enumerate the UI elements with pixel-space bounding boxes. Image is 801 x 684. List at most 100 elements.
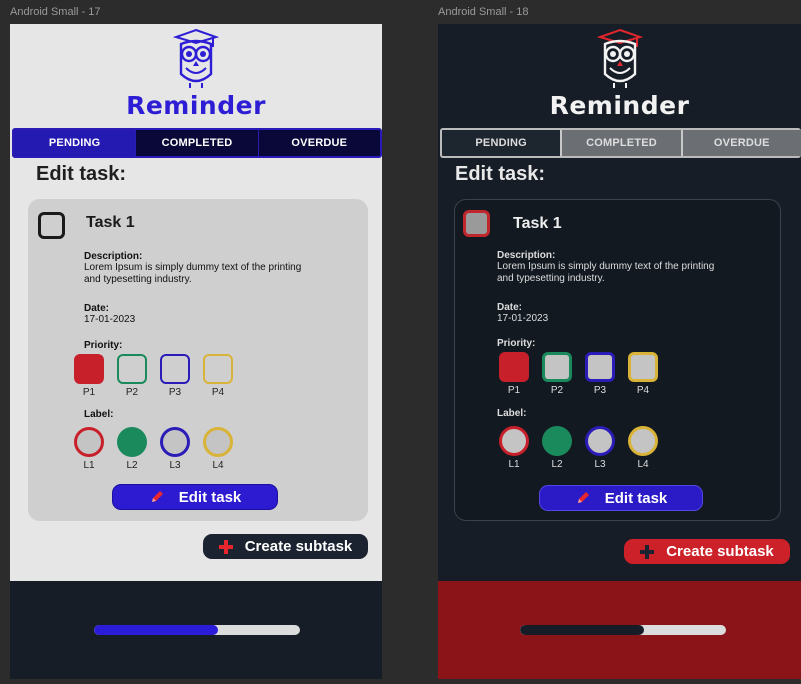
label-name: L3 (594, 459, 606, 470)
label-l3[interactable]: L3 (585, 426, 615, 470)
label-l4[interactable]: L4 (203, 427, 233, 471)
priority-p4[interactable]: P4 (628, 352, 658, 396)
owl-logo-icon (172, 28, 220, 88)
tab-pending[interactable]: PENDING (14, 130, 137, 156)
tab-overdue[interactable]: OVERDUE (258, 130, 380, 156)
edit-task-label: Edit task (178, 488, 242, 506)
priority-name: P2 (125, 387, 139, 398)
priority-swatch (160, 354, 190, 384)
frame-label-dark: Android Small - 18 (438, 6, 529, 18)
pencil-icon (151, 491, 163, 502)
task-card: Task 1 Description: Lorem Ipsum is simpl… (28, 199, 368, 521)
label-swatch (117, 427, 147, 457)
label-swatch (542, 426, 572, 456)
screen-dark: Reminder PENDING COMPLETED OVERDUE Edit … (438, 24, 801, 679)
priority-p1[interactable]: P1 (499, 352, 529, 396)
label-name: L4 (637, 459, 649, 470)
frame-label-light: Android Small - 17 (10, 6, 101, 18)
label-options: L1 L2 L3 L4 (74, 427, 233, 471)
priority-p1[interactable]: P1 (74, 354, 104, 398)
priority-swatch (117, 354, 147, 384)
priority-p2[interactable]: P2 (117, 354, 147, 398)
priority-swatch (628, 352, 658, 382)
plus-icon (640, 544, 655, 559)
priority-options: P1 P2 P3 P4 (499, 352, 658, 396)
priority-name: P2 (550, 385, 564, 396)
label-label: Label: (497, 408, 527, 419)
label-name: L1 (83, 460, 95, 471)
tab-bar: PENDING COMPLETED OVERDUE (440, 128, 801, 158)
task-card: Task 1 Description: Lorem Ipsum is simpl… (454, 199, 781, 521)
priority-name: P4 (636, 385, 650, 396)
tab-completed[interactable]: COMPLETED (562, 130, 683, 156)
label-swatch (628, 426, 658, 456)
label-label: Label: (84, 409, 114, 420)
tab-pending[interactable]: PENDING (442, 130, 563, 156)
label-l2[interactable]: L2 (117, 427, 147, 471)
task-title: Task 1 (86, 214, 135, 231)
priority-swatch (585, 352, 615, 382)
label-name: L4 (212, 460, 224, 471)
priority-label: Priority: (84, 340, 123, 351)
priority-name: P3 (593, 385, 607, 396)
priority-options: P1 P2 P3 P4 (74, 354, 233, 398)
label-name: L3 (169, 460, 181, 471)
priority-label: Priority: (497, 338, 536, 349)
label-l1[interactable]: L1 (499, 426, 529, 470)
description-label: Description: (84, 251, 143, 262)
create-subtask-label: Create subtask (244, 538, 353, 555)
progress-bar (94, 625, 300, 635)
label-l4[interactable]: L4 (628, 426, 658, 470)
label-swatch (74, 427, 104, 457)
plus-icon (218, 539, 233, 554)
task-checkbox[interactable] (38, 212, 65, 239)
date-label: Date: (497, 302, 523, 313)
label-l3[interactable]: L3 (160, 427, 190, 471)
tab-bar: PENDING COMPLETED OVERDUE (12, 128, 382, 158)
tab-completed[interactable]: COMPLETED (136, 130, 259, 156)
priority-name: P3 (168, 387, 182, 398)
tab-overdue[interactable]: OVERDUE (682, 130, 801, 156)
description-value: Lorem Ipsum is simply dummy text of the … (497, 261, 715, 284)
edit-task-button[interactable]: Edit task (112, 484, 278, 510)
date-label: Date: (84, 303, 110, 314)
app-header: Reminder (10, 28, 382, 120)
priority-name: P1 (82, 387, 96, 398)
app-header: Reminder (438, 28, 801, 120)
priority-swatch (542, 352, 572, 382)
date-value: 17-01-2023 (84, 314, 136, 325)
date-value: 17-01-2023 (497, 313, 549, 324)
priority-p2[interactable]: P2 (542, 352, 572, 396)
task-checkbox[interactable] (463, 210, 490, 237)
progress-fill (520, 625, 644, 635)
owl-logo-icon (596, 28, 643, 88)
description-value: Lorem Ipsum is simply dummy text of the … (84, 262, 302, 285)
app-title: Reminder (126, 91, 266, 120)
progress-fill (94, 625, 218, 635)
task-title: Task 1 (513, 215, 562, 232)
create-subtask-button[interactable]: Create subtask (624, 539, 790, 564)
pencil-icon (577, 492, 589, 503)
progress-bar (520, 625, 726, 635)
priority-name: P1 (507, 385, 521, 396)
bottom-bar (10, 581, 382, 679)
label-l2[interactable]: L2 (542, 426, 572, 470)
edit-task-button[interactable]: Edit task (539, 485, 703, 511)
label-l1[interactable]: L1 (74, 427, 104, 471)
label-options: L1 L2 L3 L4 (499, 426, 658, 470)
description-label: Description: (497, 250, 556, 261)
priority-p3[interactable]: P3 (160, 354, 190, 398)
label-swatch (499, 426, 529, 456)
create-subtask-button[interactable]: Create subtask (203, 534, 368, 559)
page-title: Edit task: (455, 163, 546, 185)
screen-light: Reminder PENDING COMPLETED OVERDUE Edit … (10, 24, 382, 679)
app-title: Reminder (549, 91, 690, 120)
label-swatch (585, 426, 615, 456)
label-swatch (203, 427, 233, 457)
page-title: Edit task: (36, 163, 127, 185)
priority-p4[interactable]: P4 (203, 354, 233, 398)
priority-p3[interactable]: P3 (585, 352, 615, 396)
priority-swatch (499, 352, 529, 382)
label-name: L2 (551, 459, 563, 470)
priority-name: P4 (211, 387, 225, 398)
